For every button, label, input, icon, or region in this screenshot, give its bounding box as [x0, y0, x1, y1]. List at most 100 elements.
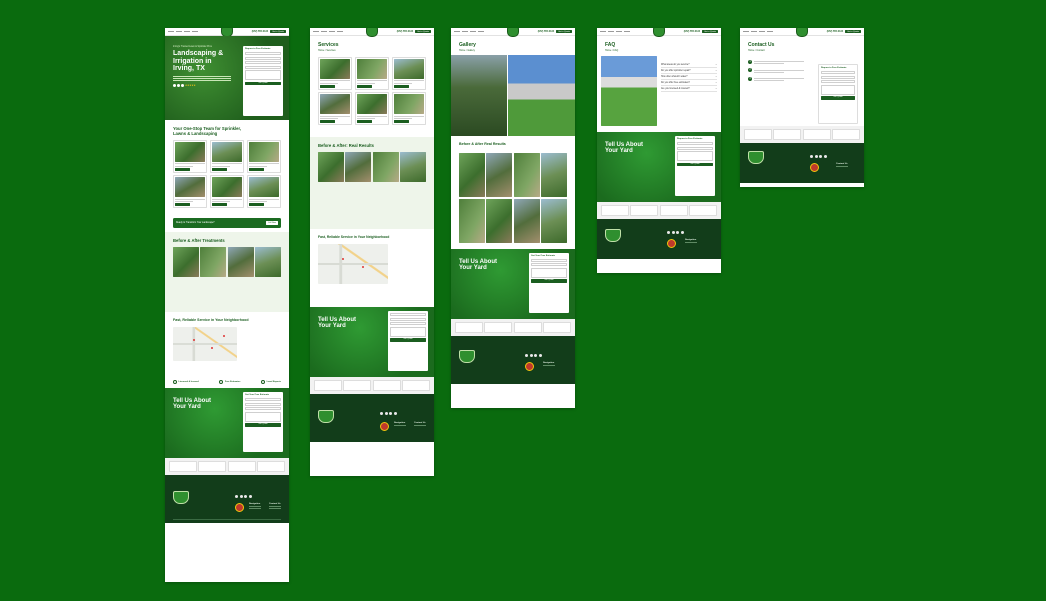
nav-links[interactable] — [743, 30, 773, 33]
gallery-image[interactable] — [507, 55, 575, 136]
service-card[interactable] — [173, 175, 208, 208]
gallery-image[interactable] — [451, 55, 507, 136]
header-cta-button[interactable]: Get a Quote — [556, 29, 572, 34]
phone-field[interactable] — [245, 407, 281, 410]
header-cta-button[interactable]: Get a Quote — [415, 29, 431, 34]
gallery-image[interactable] — [486, 198, 513, 243]
header-phone[interactable]: (972) 555-0134 — [684, 30, 700, 33]
breadcrumb[interactable]: Home / Contact — [748, 49, 856, 52]
social-links[interactable] — [667, 231, 684, 234]
breadcrumb[interactable]: Home / Gallery — [459, 49, 567, 52]
email-field[interactable] — [677, 146, 713, 150]
gallery-image[interactable] — [513, 198, 540, 243]
header-phone[interactable]: (972) 555-0134 — [538, 30, 554, 33]
form-submit-button[interactable]: Get Quote — [821, 96, 855, 100]
logo[interactable] — [507, 28, 519, 37]
email-field[interactable] — [390, 317, 426, 321]
banner-button[interactable]: Call Now — [265, 221, 278, 225]
logo[interactable] — [653, 28, 665, 37]
logo[interactable] — [366, 28, 378, 37]
phone-field[interactable] — [245, 61, 281, 64]
nav-links[interactable] — [454, 30, 484, 33]
name-field[interactable] — [821, 71, 855, 74]
social-links[interactable] — [525, 353, 542, 357]
address-field[interactable] — [245, 65, 281, 69]
service-card[interactable] — [209, 175, 245, 208]
header-phone[interactable]: (972) 555-0134 — [397, 30, 413, 33]
header-cta-button[interactable]: Get a Quote — [270, 29, 286, 34]
service-card[interactable] — [354, 57, 390, 90]
message-field[interactable] — [245, 411, 281, 422]
name-field[interactable] — [531, 258, 567, 262]
form-submit-button[interactable]: Get Quote — [677, 162, 713, 166]
breadcrumb[interactable]: Home / FAQ — [605, 49, 713, 52]
service-card[interactable] — [354, 92, 390, 125]
header-phone[interactable]: (972) 555-0134 — [827, 30, 843, 33]
faq-item[interactable]: Are you licensed & insured? ⌄ — [661, 86, 717, 92]
form-submit-button[interactable]: Get Quote — [531, 279, 567, 283]
gallery-image[interactable] — [513, 153, 540, 197]
email-field[interactable] — [531, 263, 567, 266]
gallery-image[interactable] — [541, 198, 567, 243]
before-after-section: Before & After Real Results — [451, 136, 575, 249]
message-field[interactable] — [821, 84, 855, 95]
message-field[interactable] — [531, 267, 567, 278]
footer-logo[interactable] — [318, 410, 334, 423]
footer-logo[interactable] — [605, 229, 621, 242]
name-field[interactable] — [245, 398, 281, 401]
form-submit-button[interactable]: Get Quote — [245, 81, 281, 85]
cta-banner: Ready to Transform Your Landscape? Call … — [173, 218, 281, 228]
gallery-image[interactable] — [318, 152, 344, 182]
service-card[interactable] — [318, 57, 353, 90]
service-card[interactable] — [318, 92, 353, 125]
nav-links[interactable] — [313, 30, 343, 33]
gallery-image[interactable] — [400, 152, 426, 182]
phone-field[interactable] — [390, 322, 426, 325]
gallery-image[interactable] — [200, 247, 227, 277]
before-after-heading: Before & After Treatments — [173, 238, 225, 243]
service-area-map[interactable] — [173, 327, 237, 361]
email-field[interactable] — [245, 56, 281, 60]
footer-logo[interactable] — [173, 491, 189, 504]
form-submit-button[interactable]: Get Quote — [390, 338, 426, 342]
service-card[interactable] — [209, 140, 245, 173]
name-field[interactable] — [390, 313, 426, 316]
header-cta-button[interactable]: Get a Quote — [845, 29, 861, 34]
gallery-image[interactable] — [345, 152, 372, 182]
gallery-image[interactable] — [227, 247, 254, 277]
message-field[interactable] — [245, 70, 281, 80]
nav-links[interactable] — [168, 30, 198, 33]
service-card[interactable] — [391, 57, 426, 90]
social-links[interactable] — [235, 495, 252, 498]
email-field[interactable] — [245, 402, 281, 406]
nav-links[interactable] — [600, 30, 630, 33]
gallery-image[interactable] — [255, 247, 281, 277]
header-phone[interactable]: (972) 555-0134 — [252, 30, 268, 33]
footer-logo[interactable] — [748, 151, 764, 164]
gallery-image[interactable] — [541, 153, 567, 197]
phone-field[interactable] — [821, 80, 855, 83]
form-submit-button[interactable]: Get Quote — [245, 423, 281, 427]
gallery-image[interactable] — [372, 152, 399, 182]
tell-us-section: Tell Us About Your Yard Get Quote — [310, 307, 434, 377]
social-links[interactable] — [380, 412, 397, 415]
gallery-image[interactable] — [459, 198, 485, 243]
gallery-image[interactable] — [486, 153, 513, 197]
name-field[interactable] — [245, 52, 281, 55]
service-card[interactable] — [246, 175, 281, 208]
name-field[interactable] — [677, 142, 713, 145]
faq-section: What areas do you service? ⌄ Do you offer… — [597, 54, 721, 132]
message-field[interactable] — [677, 151, 713, 161]
email-field[interactable] — [821, 75, 855, 79]
footer-logo[interactable] — [459, 349, 475, 363]
message-field[interactable] — [390, 326, 426, 337]
gallery-image[interactable] — [459, 153, 485, 197]
social-links[interactable] — [810, 155, 827, 158]
service-card[interactable] — [391, 92, 426, 125]
service-card[interactable] — [246, 140, 281, 173]
gallery-image[interactable] — [173, 247, 199, 277]
breadcrumb[interactable]: Home / Services — [318, 49, 426, 52]
service-card[interactable] — [173, 140, 208, 173]
header-cta-button[interactable]: Get a Quote — [702, 29, 718, 34]
service-area-map[interactable] — [318, 244, 388, 284]
